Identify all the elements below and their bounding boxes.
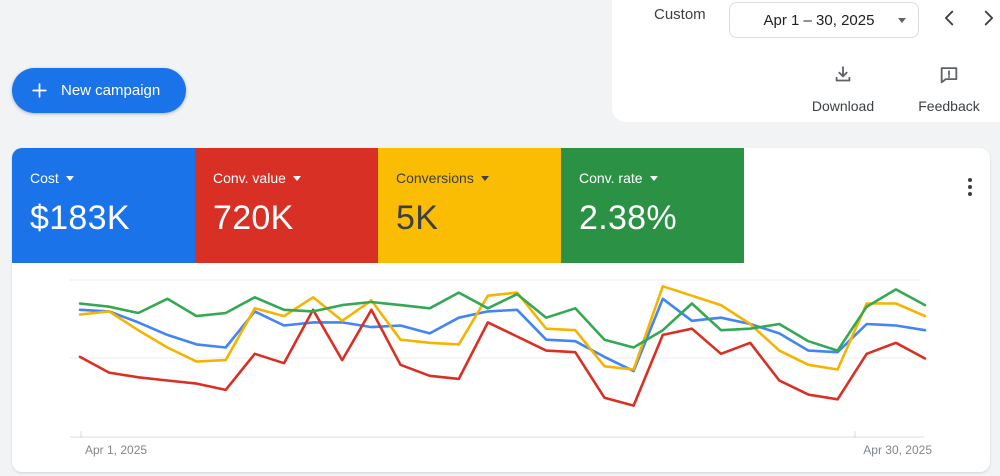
chevron-right-icon <box>984 10 994 26</box>
feedback-label: Feedback <box>918 98 980 114</box>
download-label: Download <box>811 98 875 114</box>
series-line-conversions <box>78 285 927 371</box>
date-range-picker[interactable]: Apr 1 – 30, 2025 <box>729 2 919 38</box>
new-campaign-button[interactable]: New campaign <box>12 68 187 113</box>
google-ads-overview-page: Custom Apr 1 – 30, 2025 New campaign Dow… <box>0 0 1000 476</box>
x-axis-start-label: Apr 1, 2025 <box>85 443 148 457</box>
feedback-button[interactable]: Feedback <box>910 64 988 114</box>
date-next-button[interactable] <box>972 2 1000 34</box>
caret-down-icon <box>898 17 906 23</box>
performance-summary-card: Cost $183K Conv. value 720K Conversions … <box>12 148 990 472</box>
download-button[interactable]: Download <box>804 64 882 114</box>
series-line-conv-rate <box>78 288 927 352</box>
plus-icon <box>32 83 47 98</box>
date-prev-button[interactable] <box>934 2 966 34</box>
new-campaign-label: New campaign <box>61 82 161 99</box>
x-axis-end-label: Apr 30, 2025 <box>863 443 932 457</box>
download-icon <box>835 66 851 82</box>
performance-chart[interactable] <box>12 148 990 472</box>
chevron-left-icon <box>944 10 954 26</box>
feedback-icon <box>940 67 958 84</box>
date-preset-label: Custom <box>654 6 706 23</box>
date-range-value: Apr 1 – 30, 2025 <box>763 11 875 29</box>
